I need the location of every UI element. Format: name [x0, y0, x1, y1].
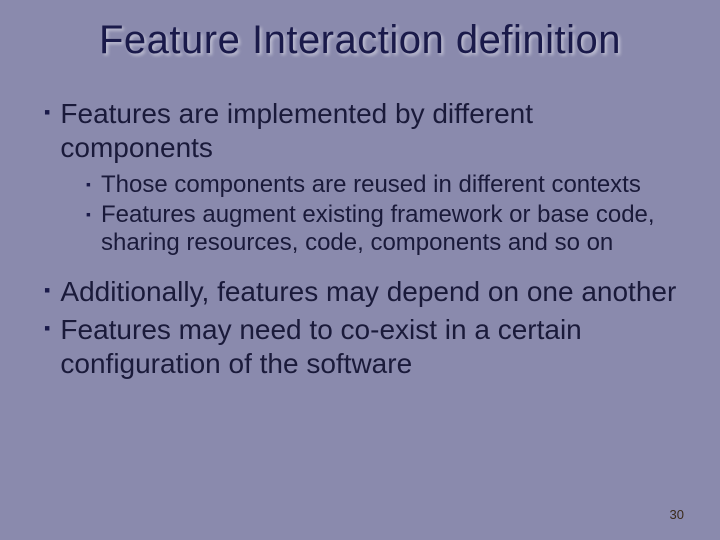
bullet-text: Additionally, features may depend on one…: [60, 275, 676, 309]
bullet-text: Features are implemented by different co…: [60, 97, 680, 165]
sub-bullet-text: Features augment existing framework or b…: [101, 201, 680, 257]
bullet-text: Features may need to co-exist in a certa…: [60, 313, 680, 381]
bullet-marker-icon: ▪: [44, 275, 50, 305]
page-number: 30: [670, 507, 684, 522]
sub-bullet-text: Those components are reused in different…: [101, 171, 641, 199]
bullet-marker-icon: ▪: [86, 171, 91, 197]
bullet-item: ▪ Features may need to co-exist in a cer…: [44, 313, 680, 381]
bullet-item: ▪ Additionally, features may depend on o…: [44, 275, 680, 309]
sub-bullet-list: ▪ Those components are reused in differe…: [86, 171, 680, 257]
bullet-marker-icon: ▪: [86, 201, 91, 227]
slide-title: Feature Interaction definition: [40, 18, 680, 63]
sub-bullet-item: ▪ Those components are reused in differe…: [86, 171, 680, 199]
slide: Feature Interaction definition ▪ Feature…: [0, 0, 720, 540]
bullet-item: ▪ Features are implemented by different …: [44, 97, 680, 165]
bullet-marker-icon: ▪: [44, 313, 50, 343]
slide-content: ▪ Features are implemented by different …: [40, 97, 680, 381]
bullet-marker-icon: ▪: [44, 97, 50, 127]
sub-bullet-item: ▪ Features augment existing framework or…: [86, 201, 680, 257]
